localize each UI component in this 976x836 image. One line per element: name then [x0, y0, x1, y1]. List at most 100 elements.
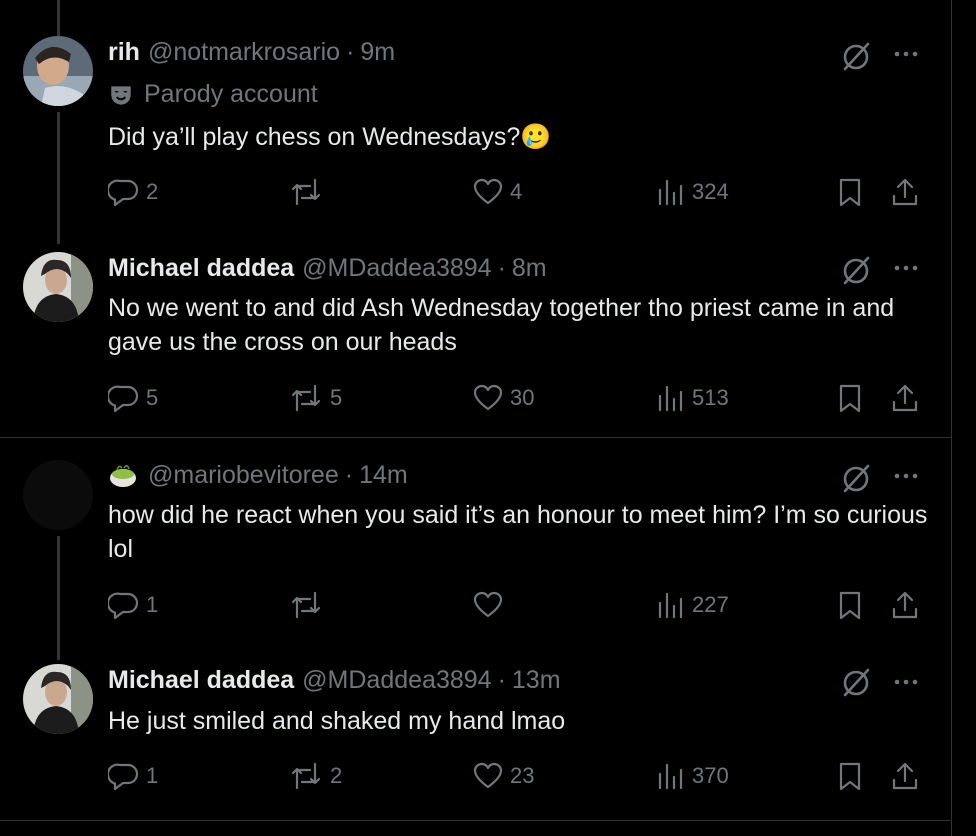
- user-handle[interactable]: @notmarkrosario: [148, 38, 340, 67]
- views-count: 324: [692, 179, 729, 204]
- views-button[interactable]: 227: [656, 589, 729, 621]
- views-count: 227: [692, 592, 729, 617]
- separator-dot: ·: [344, 460, 354, 489]
- more-icon[interactable]: [892, 40, 920, 68]
- reply-icon: [108, 592, 139, 620]
- timeline-right-border: [951, 0, 952, 836]
- grok-icon[interactable]: [840, 40, 872, 72]
- bookmark-icon: [839, 591, 861, 620]
- parody-mask-icon: [111, 85, 131, 105]
- share-icon: [892, 178, 918, 206]
- share-button[interactable]: [890, 589, 920, 621]
- views-button[interactable]: 324: [656, 176, 729, 208]
- bookmark-button[interactable]: [836, 589, 864, 621]
- like-count: 23: [510, 763, 535, 788]
- parody-badge-text: Parody account: [144, 80, 318, 108]
- share-button[interactable]: [890, 382, 920, 414]
- parody-label: Parody account: [108, 80, 318, 109]
- display-name[interactable]: Michael daddea: [108, 666, 294, 695]
- share-button[interactable]: [890, 760, 920, 792]
- views-button[interactable]: 513: [656, 382, 729, 414]
- conversation-divider: [0, 820, 951, 821]
- reply-button[interactable]: 5: [108, 382, 158, 414]
- views-button[interactable]: 370: [656, 760, 729, 792]
- tweet-actions: 5 5 30 513: [0, 382, 951, 418]
- like-button[interactable]: [472, 589, 510, 621]
- like-button[interactable]: 4: [472, 176, 522, 208]
- tweet-actions: 1 2 23 370: [0, 760, 951, 796]
- reply-icon: [108, 179, 139, 207]
- emoji: 🥲: [520, 123, 552, 151]
- avatar[interactable]: [23, 664, 93, 734]
- views-count: 370: [692, 763, 729, 788]
- repost-icon: [291, 384, 321, 412]
- share-button[interactable]: [890, 176, 920, 208]
- reply-count: 1: [146, 763, 159, 788]
- grok-icon[interactable]: [840, 462, 872, 494]
- tweet-actions: 1 227: [0, 589, 951, 625]
- tweet-header: rih @notmarkrosario · 9m: [108, 38, 395, 67]
- views-icon: [658, 385, 683, 412]
- separator-dot: ·: [497, 254, 506, 282]
- tweet-mariobevitoree[interactable]: @mariobevitoree · 14m how did he react w…: [0, 438, 951, 660]
- tweet-rih[interactable]: rih @notmarkrosario · 9m Parody account …: [0, 0, 951, 240]
- tweet-michael-reply[interactable]: Michael daddea @MDaddea3894 · 8m No we w…: [0, 240, 951, 437]
- reply-button[interactable]: 1: [108, 589, 158, 621]
- tweet-text-content: Did ya’ll play chess on Wednesdays?: [108, 123, 521, 151]
- like-count: 4: [510, 179, 523, 204]
- matcha-emoji-icon: [110, 464, 136, 487]
- like-button[interactable]: 23: [472, 760, 534, 792]
- repost-icon: [291, 591, 321, 619]
- bookmark-icon: [839, 178, 861, 207]
- reply-count: 2: [146, 179, 159, 204]
- tweet-text: Did ya’ll play chess on Wednesdays?🥲: [108, 120, 938, 154]
- like-button[interactable]: 30: [472, 382, 534, 414]
- avatar[interactable]: [23, 460, 93, 530]
- more-icon[interactable]: [892, 254, 920, 282]
- repost-button[interactable]: [288, 176, 330, 208]
- views-icon: [658, 763, 683, 790]
- avatar[interactable]: [23, 252, 93, 322]
- timestamp[interactable]: 9m: [360, 38, 395, 67]
- reply-icon: [108, 763, 139, 791]
- like-icon: [473, 178, 503, 205]
- tweet-text: He just smiled and shaked my hand lmao: [108, 707, 566, 735]
- timestamp[interactable]: 14m: [359, 461, 408, 490]
- grok-icon[interactable]: [840, 254, 872, 286]
- tweet-michael-reply[interactable]: Michael daddea @MDaddea3894 · 13m He jus…: [0, 660, 951, 820]
- display-name[interactable]: rih: [108, 38, 140, 67]
- tweet-header: Michael daddea @MDaddea3894 · 8m: [108, 254, 547, 283]
- user-handle[interactable]: @MDaddea3894: [302, 254, 491, 283]
- share-icon: [892, 591, 918, 619]
- timestamp[interactable]: 8m: [512, 254, 547, 283]
- bookmark-button[interactable]: [836, 382, 864, 414]
- reply-icon: [108, 385, 139, 413]
- avatar[interactable]: [23, 36, 93, 106]
- repost-icon: [291, 178, 321, 206]
- tweet-header: Michael daddea @MDaddea3894 · 13m: [108, 666, 561, 695]
- repost-button[interactable]: 5: [288, 382, 342, 414]
- grok-icon[interactable]: [840, 666, 872, 698]
- tweet-text: No we went to and did Ash Wednesday toge…: [108, 294, 895, 356]
- separator-dot: ·: [346, 38, 355, 66]
- bookmark-icon: [839, 384, 861, 413]
- user-handle[interactable]: @mariobevitoree: [148, 461, 339, 490]
- repost-count: 2: [330, 763, 343, 788]
- like-icon: [473, 591, 503, 618]
- timestamp[interactable]: 13m: [512, 666, 561, 695]
- display-name[interactable]: Michael daddea: [108, 254, 294, 283]
- reply-count: 5: [146, 385, 159, 410]
- bookmark-button[interactable]: [836, 760, 864, 792]
- share-icon: [892, 762, 918, 790]
- repost-button[interactable]: 2: [288, 760, 342, 792]
- bookmark-icon: [839, 762, 861, 791]
- more-icon[interactable]: [892, 668, 920, 696]
- reply-button[interactable]: 2: [108, 176, 158, 208]
- bookmark-button[interactable]: [836, 176, 864, 208]
- repost-count: 5: [330, 385, 343, 410]
- reply-button[interactable]: 1: [108, 760, 158, 792]
- repost-button[interactable]: [288, 589, 330, 621]
- tweet-text: how did he react when you said it’s an h…: [108, 501, 928, 563]
- user-handle[interactable]: @MDaddea3894: [302, 666, 491, 695]
- more-icon[interactable]: [892, 462, 920, 490]
